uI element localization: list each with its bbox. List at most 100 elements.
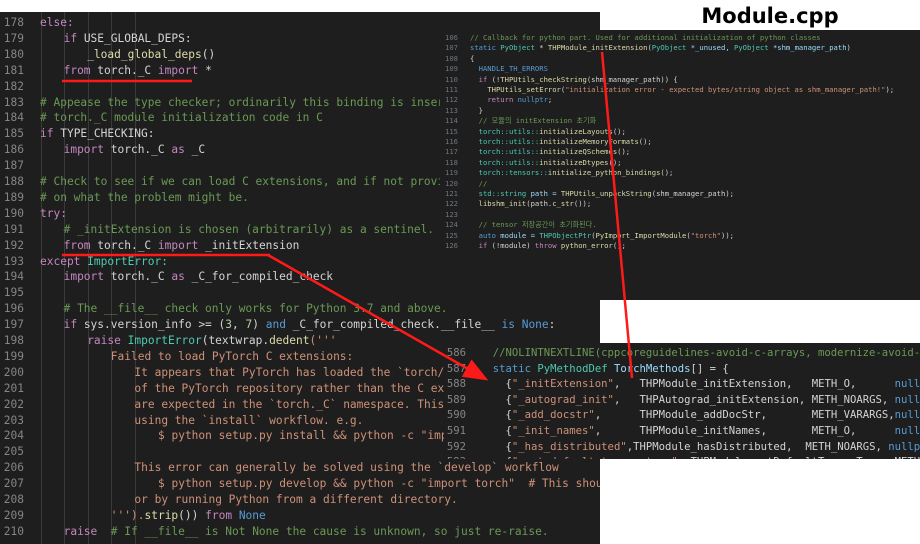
- line-number: 182: [3, 79, 24, 93]
- line-number: 590: [446, 409, 466, 422]
- code-token: *_unused,: [690, 43, 734, 53]
- code-token: *: [539, 43, 548, 53]
- code-token: ): [252, 318, 266, 332]
- code-token: path =: [530, 189, 561, 198]
- code-text: or by running Python from a different di…: [40, 492, 457, 508]
- code-token: 3: [225, 318, 233, 332]
- code-text: This error can generally be solved using…: [40, 460, 558, 476]
- code-text: torch::tensors::initialize_python_bindin…: [470, 168, 674, 178]
- code-token: if: [63, 318, 84, 332]
- code-token: THPModule_initExtension: [639, 378, 787, 391]
- code-token: torch::utils::: [470, 157, 540, 167]
- code-token: METH_VARARGS: [811, 409, 889, 422]
- cpp-init-extension-panel: 106 // Callback for python part. Used for…: [440, 30, 920, 300]
- line-number: 125: [445, 230, 458, 240]
- code-token: ,: [875, 440, 889, 453]
- code-token: ,: [798, 393, 812, 406]
- code-token: sys.version_info >= (: [83, 318, 226, 332]
- code-token: static: [492, 362, 538, 375]
- line-number: 194: [3, 270, 24, 284]
- code-token: from: [205, 508, 239, 522]
- code-token: from: [63, 63, 98, 77]
- code-text: except ImportError:: [40, 254, 168, 270]
- code-token: {: [480, 456, 512, 459]
- code-token: return: [487, 95, 518, 105]
- code-token: torch::tensors::: [470, 168, 548, 178]
- code-token: ();: [660, 168, 674, 178]
- code-line: 114 // 모듈의 initExtension 초기화: [440, 116, 920, 126]
- cpp-method-table-panel: 586 //NOLINTNEXTLINE(cppcoreguidelines-a…: [444, 343, 920, 459]
- code-token: PyObject: [500, 43, 540, 53]
- line-number: 181: [3, 63, 24, 77]
- code-token: ();: [617, 147, 631, 157]
- line-number: 203: [3, 413, 24, 427]
- code-text: try:: [40, 206, 67, 222]
- code-token: import: [157, 63, 206, 77]
- code-token: $ python setup.py develop && python -c "…: [158, 477, 600, 491]
- line-number: 110: [445, 74, 458, 84]
- code-text: # torch._C module initialization code in…: [40, 110, 323, 126]
- code-text: Failed to load PyTorch C extensions:: [40, 349, 353, 365]
- code-token: Failed to load PyTorch C extensions:: [110, 349, 354, 363]
- code-text: return nullptr;: [470, 95, 552, 105]
- line-number: 118: [445, 157, 458, 167]
- code-line: 196 # The __file__ check only works for P…: [0, 301, 600, 317]
- code-token: ,: [594, 409, 640, 422]
- code-token: # _initExtension is chosen (arbitrarily)…: [63, 222, 435, 236]
- code-line: 209 ''').strip()) from None: [0, 508, 600, 524]
- code-token: "_add_docstr": [511, 409, 595, 422]
- code-token: _load_global_deps: [87, 47, 202, 61]
- code-line: 208 or by running Python from a different…: [0, 492, 600, 508]
- line-number: 209: [3, 508, 24, 522]
- code-token: is None: [501, 318, 549, 332]
- line-number: 204: [3, 429, 24, 443]
- code-token: torch._C: [97, 238, 158, 252]
- line-number: 113: [445, 105, 458, 115]
- code-token: (textwrap.: [201, 334, 270, 347]
- code-text: $ python setup.py develop && python -c "…: [40, 476, 600, 492]
- code-token: THPUtils_unpackString: [560, 189, 652, 198]
- code-text: import torch._C as _C_for_compiled_check: [40, 269, 333, 285]
- code-line: 206 This error can generally be solved us…: [0, 460, 600, 476]
- code-token: "torch": [690, 230, 722, 240]
- code-token: (''': [309, 334, 337, 347]
- code-token: # The __file__ check only works for Pyth…: [63, 302, 448, 316]
- code-token: ();: [612, 241, 626, 250]
- code-text: // Callback for python part. Used for ad…: [470, 33, 821, 43]
- code-token: are expected in the `torch._C` namespace…: [134, 397, 492, 411]
- code-token: # If __file__ is Not None the cause is u…: [110, 524, 549, 538]
- code-text: {"_has_distributed",THPModule_hasDistrib…: [480, 440, 920, 456]
- code-token: raise: [87, 334, 128, 347]
- code-token: ,: [760, 425, 812, 437]
- code-text: {"_add_docstr", THPModule_addDocStr, MET…: [480, 408, 920, 424]
- code-token: ,: [594, 425, 640, 437]
- code-line: 116 torch::utils::initializeMemoryFormat…: [440, 137, 920, 147]
- code-text: if sys.version_info >= (3, 7) and _C_for…: [40, 317, 556, 333]
- code-token: ();: [608, 157, 622, 167]
- code-token: auto: [478, 230, 501, 240]
- code-token: as: [171, 143, 192, 157]
- code-token: METH_O: [811, 425, 850, 437]
- code-token: THPUtils_checkString: [500, 74, 587, 84]
- code-token: METH_O: [895, 456, 920, 459]
- code-token: {: [480, 425, 512, 437]
- line-number: 115: [445, 126, 458, 136]
- code-text: # _initExtension is chosen (arbitrarily)…: [40, 222, 434, 238]
- code-token: "_autograd_init": [511, 393, 614, 406]
- line-number: 199: [3, 349, 24, 363]
- line-number: 112: [445, 95, 458, 105]
- code-line: 112 return nullptr;: [440, 95, 920, 105]
- code-text: // 모듈의 initExtension 초기화: [470, 116, 597, 126]
- code-token: }: [470, 105, 483, 115]
- code-token: initializeLayouts: [539, 126, 613, 136]
- line-number: 190: [3, 206, 24, 220]
- code-token: if: [478, 74, 492, 84]
- code-token: if: [63, 31, 84, 45]
- code-line: 113 }: [440, 106, 920, 116]
- code-token: PyObject: [651, 43, 691, 53]
- code-token: "initialization error - expected bytes/s…: [565, 85, 886, 94]
